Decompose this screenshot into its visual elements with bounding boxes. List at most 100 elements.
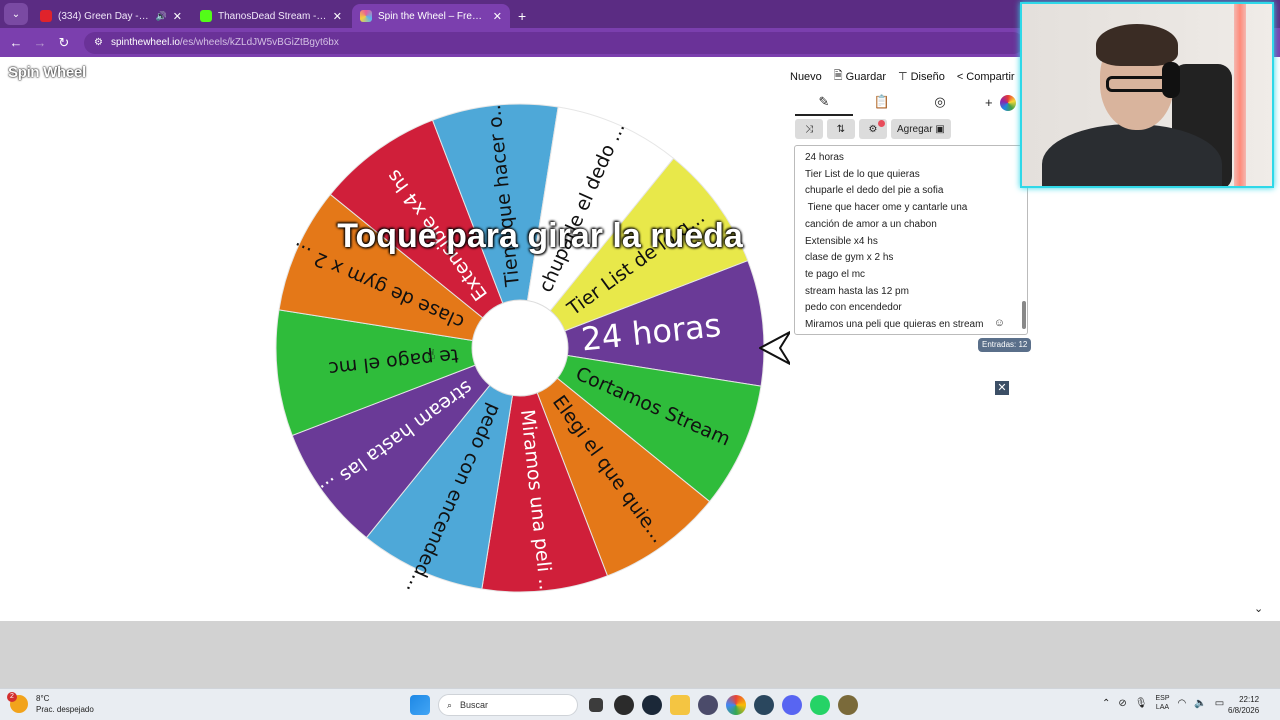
network-off-icon[interactable]: ⊘ (1118, 698, 1126, 709)
discord-alt-icon[interactable] (698, 695, 718, 715)
webcam-headset (1162, 62, 1180, 98)
weather-widget[interactable]: 2 8°C Prac. despejado (7, 692, 94, 715)
taskbar-clock[interactable]: 22:12 6/8/2026 (1228, 694, 1259, 716)
search-icon: ⌕ (447, 699, 453, 710)
entry-row: Extensible x4 hs (805, 235, 878, 247)
guardar-label: Guardar (845, 70, 887, 83)
settings-button[interactable]: ⚙ (859, 119, 887, 139)
sort-button[interactable]: ⇅ (827, 119, 855, 139)
entry-row: Miramos una peli que quieras en stream (805, 319, 984, 331)
whatsapp-icon[interactable] (810, 695, 830, 715)
wifi-icon[interactable]: ◠ (1178, 698, 1187, 709)
save-icon: 🗎 (833, 70, 843, 82)
hidden-eye-icon[interactable]: ◎ (911, 94, 969, 110)
add-wheel-plus-icon[interactable]: + (985, 95, 993, 110)
url-host: spinthewheel.io (110, 37, 180, 48)
steam-icon[interactable] (642, 695, 662, 715)
results-clipboard-icon[interactable]: 📋 (853, 94, 911, 110)
entry-actions: ⤨ ⇅ ⚙ Agregar ▣ (795, 119, 951, 139)
notification-dot (878, 120, 885, 127)
new-tab-plus-icon[interactable]: + (518, 8, 526, 24)
language-indicator[interactable]: ESP LAA (1155, 694, 1169, 712)
microphone-icon[interactable]: 🎙 (1135, 698, 1148, 709)
obs-icon[interactable] (614, 695, 634, 715)
top-menu: Nuevo 🗎 Guardar ⊤ Diseño < Compartir (790, 67, 1015, 86)
wheel-center[interactable] (471, 299, 569, 397)
audio-playing-icon[interactable]: 🔊 (156, 11, 167, 22)
kick-icon (200, 10, 212, 22)
screen: ⌄ (334) Green Day - Boulevard of Broken … (0, 0, 1280, 720)
close-tab-icon[interactable]: ✕ (493, 10, 502, 23)
forward-arrow-icon[interactable]: → (28, 35, 52, 50)
guardar-button[interactable]: 🗎 Guardar (834, 67, 886, 86)
address-bar[interactable]: ⚙ spinthewheel.io/es/wheels/kZLdJW5vBGiZ… (84, 31, 1024, 54)
entries-scrollbar[interactable] (1022, 301, 1026, 329)
youtube-icon (40, 10, 52, 22)
wheel-pointer-icon (759, 331, 790, 365)
agregar-button[interactable]: Agregar ▣ (891, 119, 951, 139)
close-tab-icon[interactable]: ✕ (333, 10, 342, 23)
battery-icon[interactable]: ▭ (1215, 698, 1224, 709)
spinthewheel-icon (360, 10, 372, 22)
tab-youtube[interactable]: (334) Green Day - Boulevard of Broken Dr… (32, 4, 190, 28)
nuevo-button[interactable]: Nuevo (790, 67, 822, 86)
entry-row: clase de gym x 2 hs (805, 252, 894, 264)
diseno-label: Diseño (910, 70, 945, 83)
entry-row: Tier List de lo que quieras (805, 168, 920, 180)
url-path: /es/wheels/kZLdJW5vBGiZtBgyt6bx (179, 37, 339, 48)
tab-title: ThanosDead Stream - Watch Live (218, 10, 327, 22)
taskbar-search[interactable]: ⌕ Buscar (438, 694, 578, 716)
spin-prompt[interactable]: Toque para girar la rueda (270, 217, 810, 256)
edit-pencil-icon[interactable]: ✎ (795, 94, 853, 116)
reload-icon[interactable]: ↻ (52, 35, 76, 51)
weather-temp: 8°C (36, 694, 50, 703)
color-palette-icon[interactable] (1000, 95, 1016, 111)
compartir-button[interactable]: < Compartir (957, 67, 1015, 86)
weather-badge: 2 (7, 692, 17, 702)
game-app-icon[interactable] (838, 695, 858, 715)
folder-icon[interactable] (670, 695, 690, 715)
entry-row: stream hasta las 12 pm (805, 285, 909, 297)
system-tray: ⌃ ⊘ 🎙 ESP LAA ◠ 🔈 ▭ (1102, 694, 1224, 712)
search-placeholder: Buscar (460, 700, 489, 710)
weather-sun-icon: 2 (7, 692, 28, 713)
compartir-label: Compartir (966, 70, 1015, 83)
image-icon: ▣ (935, 123, 945, 135)
webcam-light-strip (1234, 4, 1246, 186)
tab-title: Spin the Wheel – Free Wheel Spinner (378, 10, 487, 22)
windows-start-icon[interactable] (410, 695, 430, 715)
file-manager-icon[interactable] (589, 698, 603, 712)
emoji-icon[interactable]: ☺ (994, 317, 1005, 329)
site-info-icon[interactable]: ⚙ (94, 37, 103, 48)
site-logo[interactable]: Spin Wheel (8, 64, 86, 81)
chevron-down-icon[interactable]: ⌄ (1254, 602, 1263, 615)
volume-icon[interactable]: 🔈 (1194, 698, 1206, 709)
nuevo-label: Nuevo (790, 70, 822, 83)
chevron-up-icon[interactable]: ⌃ (1102, 698, 1110, 709)
tab-search-chevron-icon[interactable]: ⌄ (4, 3, 28, 25)
close-ad-icon[interactable]: ✕ (995, 381, 1009, 395)
close-tab-icon[interactable]: ✕ (173, 10, 182, 23)
discord-icon[interactable] (782, 695, 802, 715)
tab-spin-the-wheel[interactable]: Spin the Wheel – Free Wheel Spinner ✕ (352, 4, 510, 28)
chrome-icon[interactable] (726, 695, 746, 715)
entry-row: canción de amor a un chabon (805, 218, 937, 230)
clock-date: 6/8/2026 (1228, 706, 1260, 715)
gear-icon: ⚙ (868, 123, 878, 135)
entry-row: Tiene que hacer ome y cantarle una (805, 202, 968, 214)
clock-time: 22:12 (1239, 695, 1260, 704)
agregar-label: Agregar (897, 123, 933, 135)
editor-tabs: ✎ 📋 ◎ (795, 91, 1017, 116)
shuffle-button[interactable]: ⤨ (795, 119, 823, 139)
diseno-button[interactable]: ⊤ Diseño (898, 67, 945, 86)
entry-row: 24 horas (805, 152, 844, 163)
taskbar-apps: ⌕ Buscar (410, 694, 858, 716)
spin-wheel[interactable]: 24 horasCortamos StreamElegi el que quie… (270, 103, 790, 623)
back-arrow-icon[interactable]: ← (4, 35, 28, 50)
sort-icon: ⇅ (836, 123, 846, 135)
entries-textarea[interactable]: 24 horas Tier List de lo que quieras chu… (794, 145, 1028, 335)
entry-row: te pago el mc (805, 268, 866, 280)
weather-desc: Prac. despejado (36, 705, 94, 714)
steam-app-icon[interactable] (754, 695, 774, 715)
tab-kick[interactable]: ThanosDead Stream - Watch Live ✕ (192, 4, 350, 28)
